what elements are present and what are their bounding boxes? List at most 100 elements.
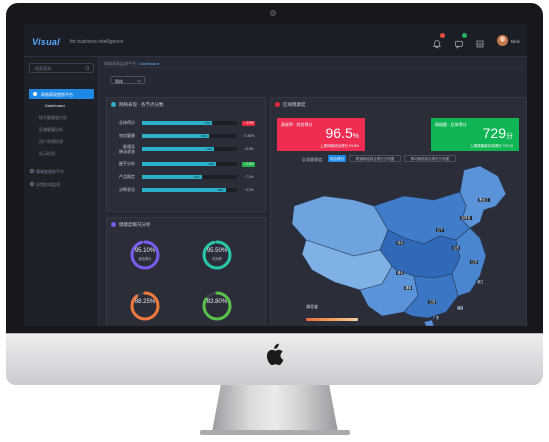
bar-value: 74% [204,121,211,125]
ring-label: 可用率 [212,257,222,261]
bell-icon[interactable] [432,33,445,49]
map-province-label[interactable]: 福建 [456,306,465,310]
bar-row-label: 联通及 移动状态 [119,144,135,154]
bar-fill: 63% [142,175,202,179]
filter-chip-mobile[interactable]: 移动网络综合得分分布图 [404,155,456,162]
filter-chip-score[interactable]: 综合得分 [328,155,346,162]
filter-select[interactable]: 简体 [110,76,145,84]
bar-row-label: 电信健康 [119,133,135,138]
search-placeholder: 搜索菜单... [35,66,55,71]
bar-row-label: 诊断状况 [119,187,135,192]
ring-chart[interactable]: 95.50% 可用率 [201,239,233,271]
map-province-label[interactable]: 吉林省 [460,216,472,220]
map-region-hainan[interactable] [423,319,435,326]
sidebar: 搜索菜单... 网络表现趋势平台 Dashboard 帐号健康度分析 区域健康分… [24,57,99,326]
kpi-value: 96.5% [326,125,359,141]
bar-row-label: 握手分析 [119,161,135,166]
map-legend-title: 湖北省 [306,304,318,309]
sidebar-group-2[interactable]: 异常检测监测 [36,182,60,188]
dashboard-screen: Visual for business intelligence Nick 搜索… [24,24,527,326]
bar-track: 70% [142,134,237,138]
sidebar-search-input[interactable]: 搜索菜单... [29,63,94,73]
ring-panel: 健康度概况分析 95.10% 综合得分 95.50% 可用率 88.25% 83.80% [106,217,266,326]
sidebar-item-sub-1[interactable]: 帐号健康度分析 [39,115,67,121]
breadcrumb-path[interactable]: 网络表现监测平台 / [104,61,139,66]
monitor-stand [212,385,338,432]
panel-title-icon [111,102,116,107]
sidebar-item-sub-4[interactable]: 告示检测 [39,151,55,157]
kpi-card-score[interactable]: 高效率 · 综合得分 96.5% 上周网络综合得分 93.8% [277,118,365,151]
filter-select-value: 简体 [115,78,123,84]
ring-arc [130,291,160,321]
change-badge: ↑ 2.4% [242,162,255,167]
map-province-label[interactable]: 辽宁 [436,228,445,232]
breadcrumb-current: Dashboard [139,61,159,66]
change-badge: ↑ 0.92% [242,134,255,138]
brand-subtitle: for business intelligence [70,39,124,45]
ring-label: 综合得分 [138,257,152,261]
group-circle-icon [30,182,34,186]
monitor-stand-base [200,430,350,435]
brand-logo[interactable]: Visual [32,37,60,47]
bar-fill: 76% [142,147,215,151]
camera-icon [270,10,276,16]
sidebar-item-dashboard[interactable]: Dashboard [45,103,65,108]
breadcrumb: 网络表现监测平台 / Dashboard [104,61,524,68]
bar-fill: 70% [142,134,209,138]
china-map[interactable] [284,166,524,326]
grid-icon[interactable] [475,36,485,48]
ring-value: 95.50% [206,248,228,254]
sidebar-group-1[interactable]: 健康度趋势平台 [36,169,64,175]
notification-badge [440,33,445,38]
ring-chart-svg [202,240,232,270]
ring-value: 83.80% [206,299,228,305]
avatar[interactable] [497,35,508,46]
filter-chip-unicom[interactable]: 联通网络综合得分分布图 [349,155,401,162]
map-province-label[interactable]: 黑龙江 [478,198,490,202]
change-badge: ↑ 7.1% [243,175,254,179]
map-legend-bar [306,318,358,321]
group-dot-icon [33,92,37,96]
kpi-title: 高效率 · 综合得分 [281,122,313,127]
ring-chart[interactable]: 83.80% [201,290,233,322]
bar-value: 88% [217,188,224,192]
map-province-label[interactable]: 江苏 [470,260,479,264]
map-province-label[interactable]: 湖南 [404,286,413,290]
bar-track: 74% [142,121,237,125]
bar-row-label: 产品稳定 [119,174,135,179]
map-filter-label: 区域健康度： [302,157,326,162]
message-badge [462,33,467,38]
kpi-card-total[interactable]: 网络健 · 总体得分 729分 上周健康度总体得分 703 分 [431,118,519,151]
ring-chart[interactable]: 95.10% 综合得分 [129,239,161,271]
map-panel-title: 区域健康度 [283,102,306,107]
bar-fill: 74% [142,121,213,125]
map-province-label[interactable]: 河北 [396,241,405,245]
message-icon[interactable] [454,33,467,49]
kpi-subtitle: 上周网络综合得分 93.8% [320,144,359,148]
bar-panel-title: 网络表现 · 各节点分数 [119,102,164,107]
ring-chart[interactable]: 88.25% [129,290,161,322]
change-badge: ↑ 5.3% [243,147,254,151]
bar-value: 63% [193,175,200,179]
ring-arc [130,240,160,270]
kpi-title: 网络健 · 总体得分 [435,122,467,127]
user-name[interactable]: Nick [511,39,520,44]
chevron-down-icon [137,79,141,82]
sidebar-item-sub-3[interactable]: 用户异常检测 [39,139,63,145]
sidebar-item-sub-2[interactable]: 区域健康分析 [39,127,63,133]
map-province-label[interactable]: 浙江 [476,280,485,284]
panel-title-icon [111,222,116,227]
bar-value: 76% [206,147,213,151]
sidebar-item-active-group[interactable]: 网络表现趋势平台 [29,89,94,99]
sidebar-item-label: 网络表现趋势平台 [41,91,73,97]
map-province-label[interactable]: 广东 [432,316,441,320]
map-province-label[interactable]: 江西 [428,300,437,304]
bar-track: 78% [142,162,237,166]
ring-chart-svg [202,291,232,321]
map-province-label[interactable]: 山东 [452,246,461,250]
bar-value: 70% [200,134,207,138]
ring-panel-title: 健康度概况分析 [119,222,151,227]
ring-arc [202,240,232,270]
kpi-unit: 分 [506,133,513,140]
map-province-label[interactable]: 湖北 [396,271,405,275]
